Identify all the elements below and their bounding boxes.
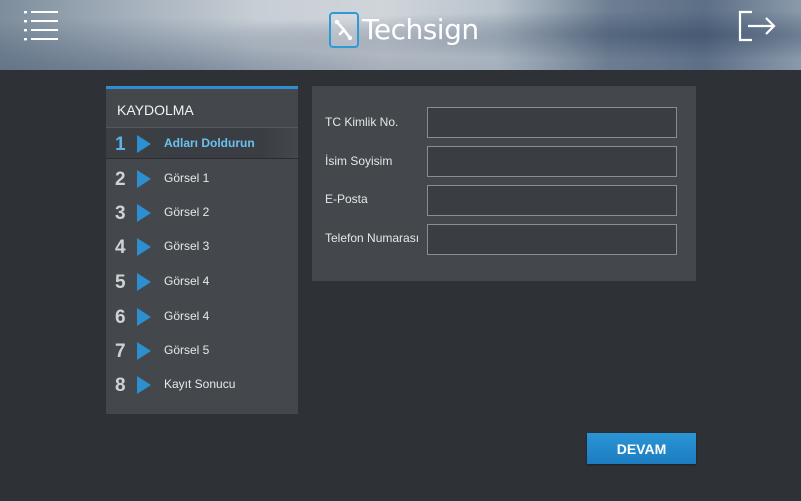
full-name-label: İsim Soyisim <box>325 154 393 168</box>
steps-sidebar: KAYDOLMA 1 Adları Doldurun 2 Görsel 1 3 … <box>106 86 298 414</box>
play-arrow-icon <box>137 204 151 222</box>
step-label: Görsel 1 <box>164 171 210 185</box>
tc-id-label: TC Kimlik No. <box>325 115 399 129</box>
step-label: Görsel 4 <box>164 274 210 288</box>
step-label: Adları Doldurun <box>164 136 255 150</box>
step-item-2[interactable]: 2 Görsel 1 <box>106 163 298 195</box>
app-header: Techsign <box>0 0 801 70</box>
step-item-4[interactable]: 4 Görsel 3 <box>106 231 298 263</box>
step-item-5[interactable]: 5 Görsel 4 <box>106 266 298 298</box>
step-number: 5 <box>115 272 126 293</box>
step-item-8[interactable]: 8 Kayıt Sonucu <box>106 369 298 401</box>
step-number: 2 <box>115 169 126 190</box>
step-label: Görsel 2 <box>164 205 210 219</box>
email-input[interactable] <box>427 185 677 216</box>
step-item-3[interactable]: 3 Görsel 2 <box>106 197 298 229</box>
brand-logo: Techsign <box>329 10 479 50</box>
logout-icon[interactable] <box>738 10 778 42</box>
menu-lines-icon[interactable] <box>24 10 60 42</box>
play-arrow-icon <box>137 135 151 153</box>
step-item-1[interactable]: 1 Adları Doldurun <box>106 127 298 159</box>
continue-button[interactable]: DEVAM <box>587 433 696 464</box>
step-label: Görsel 3 <box>164 239 210 253</box>
step-label: Görsel 4 <box>164 309 210 323</box>
sidebar-title: KAYDOLMA <box>117 102 194 118</box>
play-arrow-icon <box>137 342 151 360</box>
play-arrow-icon <box>137 170 151 188</box>
brand-name: Techsign <box>362 13 479 46</box>
step-number: 3 <box>115 203 126 224</box>
step-number: 1 <box>115 134 126 155</box>
step-number: 7 <box>115 341 126 362</box>
phone-label: Telefon Numarası <box>325 231 420 245</box>
step-item-6[interactable]: 6 Görsel 4 <box>106 301 298 333</box>
phone-input[interactable] <box>427 224 677 255</box>
step-number: 8 <box>115 375 126 396</box>
tc-id-input[interactable] <box>427 107 677 138</box>
step-number: 4 <box>115 237 126 258</box>
step-label: Görsel 5 <box>164 343 210 357</box>
play-arrow-icon <box>137 238 151 256</box>
registration-form: TC Kimlik No. İsim Soyisim E-Posta Telef… <box>312 86 696 281</box>
step-label: Kayıt Sonucu <box>164 377 236 391</box>
full-name-input[interactable] <box>427 146 677 177</box>
email-label: E-Posta <box>325 192 368 206</box>
step-item-7[interactable]: 7 Görsel 5 <box>106 335 298 367</box>
play-arrow-icon <box>137 273 151 291</box>
step-number: 6 <box>115 307 126 328</box>
play-arrow-icon <box>137 308 151 326</box>
techsign-logo-icon <box>329 12 359 48</box>
play-arrow-icon <box>137 376 151 394</box>
